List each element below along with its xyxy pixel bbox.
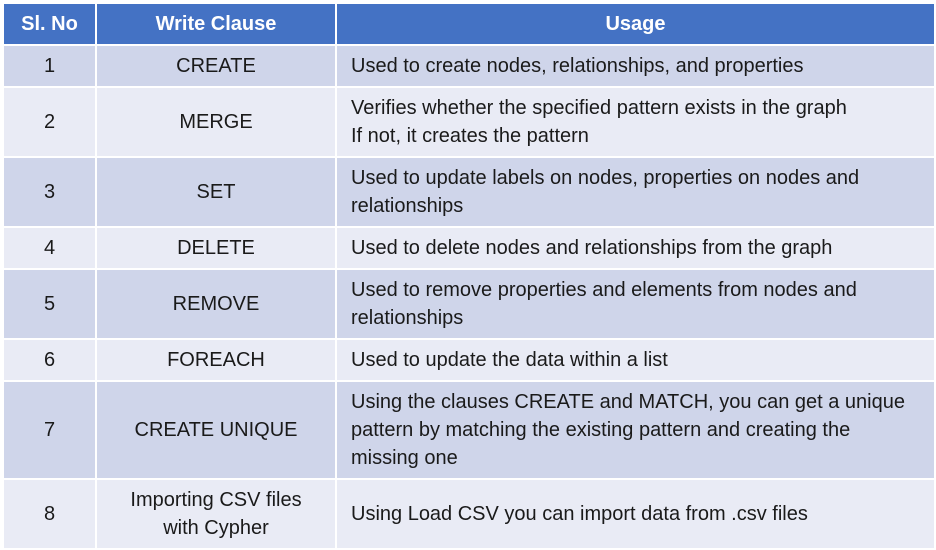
clause-line: Importing CSV files	[130, 489, 302, 511]
row-number: 5	[2, 268, 97, 340]
row-clause: FOREACH	[95, 338, 337, 382]
row-clause: Importing CSV files with Cypher	[95, 478, 337, 550]
table-row: 1 CREATE Used to create nodes, relations…	[2, 44, 936, 88]
write-clauses-table: Sl. No Write Clause Usage 1 CREATE Used …	[2, 2, 936, 550]
row-clause: SET	[95, 156, 337, 228]
clause-line: MERGE	[179, 111, 253, 133]
usage-line: Used to update labels on nodes, properti…	[351, 167, 860, 189]
row-number: 1	[2, 44, 97, 88]
table-row: 3 SET Used to update labels on nodes, pr…	[2, 156, 936, 228]
header-write-clause: Write Clause	[95, 2, 337, 46]
row-usage: Used to remove properties and elements f…	[335, 268, 936, 340]
clause-line: DELETE	[177, 237, 255, 259]
usage-line: Used to delete nodes and relationships f…	[351, 237, 833, 259]
clause-line: with Cypher	[163, 517, 269, 539]
row-number: 6	[2, 338, 97, 382]
row-usage: Used to update the data within a list	[335, 338, 936, 382]
table-row: 2 MERGE Verifies whether the specified p…	[2, 86, 936, 158]
row-usage: Verifies whether the specified pattern e…	[335, 86, 936, 158]
table-row: 6 FOREACH Used to update the data within…	[2, 338, 936, 382]
row-number: 7	[2, 380, 97, 480]
usage-line: relationships	[351, 307, 464, 329]
table-row: 5 REMOVE Used to remove properties and e…	[2, 268, 936, 340]
usage-line: Used to create nodes, relationships, and…	[351, 55, 804, 77]
row-usage: Used to update labels on nodes, properti…	[335, 156, 936, 228]
clause-line: FOREACH	[167, 349, 265, 371]
usage-line: Using the clauses CREATE and MATCH, you …	[351, 391, 905, 413]
row-number: 8	[2, 478, 97, 550]
row-clause: REMOVE	[95, 268, 337, 340]
usage-line: Verifies whether the specified pattern e…	[351, 97, 847, 119]
usage-line: If not, it creates the pattern	[351, 125, 589, 147]
usage-line: pattern by matching the existing pattern…	[351, 419, 851, 441]
row-number: 3	[2, 156, 97, 228]
usage-line: Using Load CSV you can import data from …	[351, 503, 808, 525]
row-usage: Using Load CSV you can import data from …	[335, 478, 936, 550]
clause-line: REMOVE	[172, 293, 260, 315]
header-usage: Usage	[335, 2, 936, 46]
row-clause: CREATE	[95, 44, 337, 88]
row-usage: Using the clauses CREATE and MATCH, you …	[335, 380, 936, 480]
row-number: 4	[2, 226, 97, 270]
usage-line: Used to update the data within a list	[351, 349, 668, 371]
row-usage: Used to delete nodes and relationships f…	[335, 226, 936, 270]
row-usage: Used to create nodes, relationships, and…	[335, 44, 936, 88]
row-clause: CREATE UNIQUE	[95, 380, 337, 480]
table-row: 7 CREATE UNIQUE Using the clauses CREATE…	[2, 380, 936, 480]
clause-line: SET	[196, 181, 236, 203]
table-row: 8 Importing CSV files with Cypher Using …	[2, 478, 936, 550]
row-clause: MERGE	[95, 86, 337, 158]
clause-line: CREATE UNIQUE	[134, 419, 298, 441]
row-number: 2	[2, 86, 97, 158]
header-sl-no: Sl. No	[2, 2, 97, 46]
usage-line: missing one	[351, 447, 458, 469]
clause-line: CREATE	[176, 55, 256, 77]
usage-line: Used to remove properties and elements f…	[351, 279, 857, 301]
table-row: 4 DELETE Used to delete nodes and relati…	[2, 226, 936, 270]
header-row: Sl. No Write Clause Usage	[2, 2, 936, 46]
row-clause: DELETE	[95, 226, 337, 270]
usage-line: relationships	[351, 195, 464, 217]
